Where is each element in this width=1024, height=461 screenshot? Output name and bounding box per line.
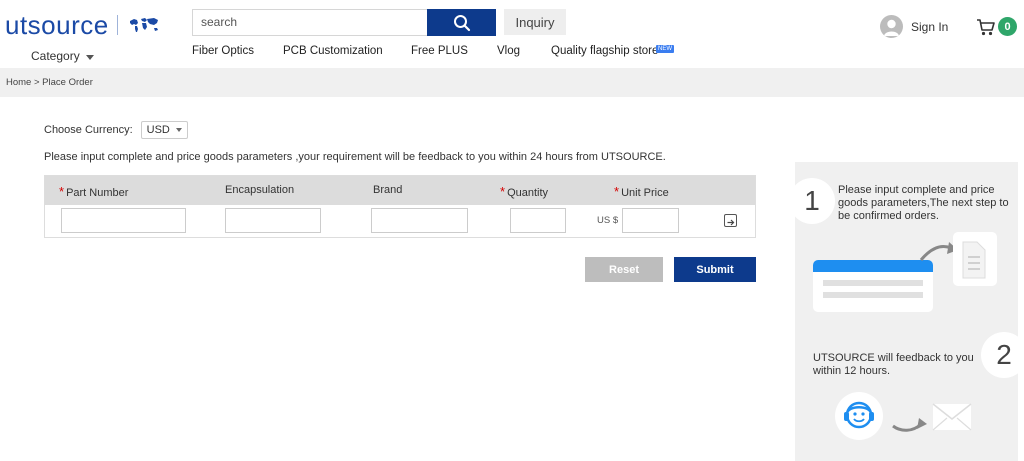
submit-button[interactable]: Submit (674, 257, 756, 282)
currency-select[interactable]: USD (140, 121, 188, 139)
logo-text: utsource (5, 9, 109, 40)
nav-item-pcb-customization[interactable]: PCB Customization (283, 45, 383, 57)
category-dropdown[interactable]: Category (31, 49, 94, 63)
nav-item-quality-flagship-store[interactable]: Quality flagship store (551, 45, 658, 57)
column-part-number: * Part Number (59, 184, 128, 199)
inquiry-button[interactable]: Inquiry (504, 9, 566, 35)
unit-price-input[interactable] (622, 208, 679, 233)
new-badge: NEW (656, 45, 674, 53)
chevron-down-icon (85, 54, 94, 60)
currency-value: USD (146, 124, 170, 136)
currency-label: Choose Currency: (44, 124, 133, 136)
instruction-text: Please input complete and price goods pa… (44, 151, 666, 163)
price-currency-prefix: US $ (597, 215, 619, 226)
site-header: utsource Category search Inquiry Fiber O… (0, 0, 1024, 68)
column-unit-price: * Unit Price (614, 184, 669, 199)
column-part-number-label: Part Number (66, 187, 129, 199)
search-input[interactable]: search (192, 9, 428, 36)
document-icon (813, 232, 997, 312)
column-quantity: * Quantity (500, 184, 548, 199)
step-1-number: 1 (795, 178, 835, 224)
column-encapsulation: Encapsulation (225, 184, 295, 196)
step-1-text: Please input complete and price goods pa… (838, 184, 1009, 222)
step-2-number: 2 (981, 332, 1018, 378)
search-button[interactable] (427, 9, 496, 36)
customer-service-icon (835, 392, 883, 440)
chevron-down-icon (175, 128, 182, 132)
nav-item-fiber-optics[interactable]: Fiber Optics (192, 45, 254, 57)
step-2-text: UTSOURCE will feedback to you within 12 … (813, 352, 974, 377)
breadcrumb[interactable]: Home > Place Order (6, 77, 93, 88)
breadcrumb-bar: Home > Place Order (0, 68, 1024, 97)
process-steps-panel: 1 Please input complete and price goods … (795, 162, 1018, 461)
table-header: * Part Number Encapsulation Brand * Quanti… (45, 176, 755, 205)
order-table: * Part Number Encapsulation Brand * Quanti… (44, 175, 756, 238)
required-mark: * (500, 184, 506, 199)
nav-item-vlog[interactable]: Vlog (497, 45, 520, 57)
search-placeholder: search (201, 15, 238, 29)
sign-in-label: Sign In (911, 19, 949, 34)
cart-icon (977, 18, 995, 35)
column-quantity-label: Quantity (507, 187, 549, 199)
currency-row: Choose Currency: USD (44, 121, 188, 139)
user-icon (880, 15, 903, 38)
category-label: Category (31, 49, 80, 63)
required-mark: * (614, 184, 620, 199)
quantity-input[interactable] (510, 208, 566, 233)
part-number-input[interactable] (61, 208, 186, 233)
required-mark: * (59, 184, 65, 199)
logo-divider (116, 15, 118, 35)
search-icon (453, 14, 470, 31)
encapsulation-input[interactable] (225, 208, 321, 233)
add-row-icon[interactable] (724, 214, 737, 227)
sign-in-link[interactable]: Sign In (880, 15, 948, 38)
cart-button[interactable]: 0 (976, 17, 1017, 36)
cart-count-badge: 0 (998, 17, 1017, 36)
nav-item-free-plus[interactable]: Free PLUS (411, 45, 468, 57)
envelope-icon (892, 403, 972, 432)
column-unit-price-label: Unit Price (621, 187, 669, 199)
reset-button[interactable]: Reset (585, 257, 663, 282)
site-logo[interactable]: utsource (5, 10, 160, 40)
brand-input[interactable] (371, 208, 468, 233)
world-map-icon (129, 18, 158, 32)
column-brand: Brand (373, 184, 403, 196)
